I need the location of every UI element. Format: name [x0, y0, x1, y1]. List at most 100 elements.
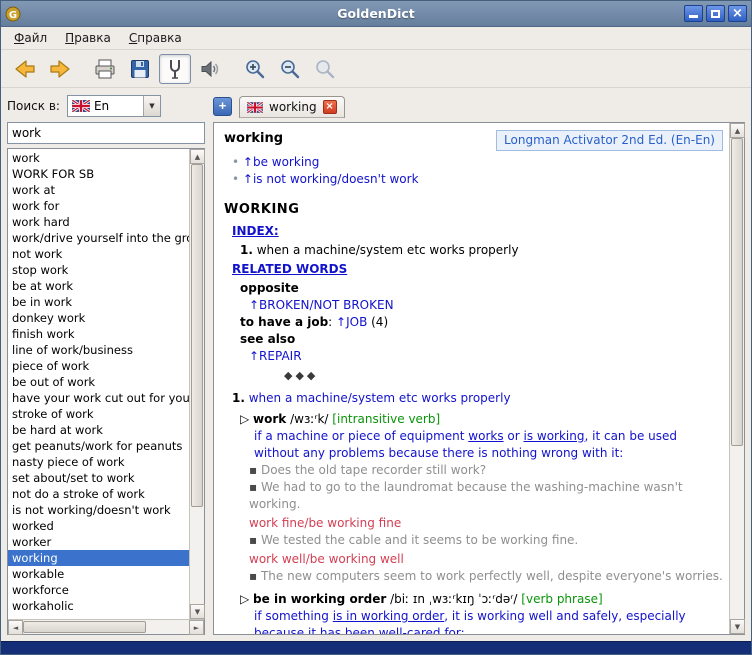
article-link[interactable]: ↑be working — [243, 155, 319, 169]
word-list: workWORK FOR SBwork atwork forwork hardw… — [8, 149, 189, 619]
list-item[interactable]: stroke of work — [8, 406, 189, 422]
add-tab-button[interactable]: + — [213, 97, 232, 116]
article-line: ↑BROKEN/NOT BROKEN — [224, 297, 723, 314]
volume-button[interactable] — [194, 54, 226, 84]
article-line: opposite — [224, 280, 723, 297]
article-link[interactable]: is in working order — [333, 609, 445, 623]
list-item[interactable]: donkey work — [8, 310, 189, 326]
scroll-left-button[interactable]: ◄ — [8, 620, 23, 635]
list-item[interactable]: is not working/doesn't work — [8, 502, 189, 518]
article-line: • ↑be working — [224, 154, 723, 171]
toolbar — [1, 50, 751, 88]
list-item[interactable]: workable — [8, 566, 189, 582]
article-link[interactable]: ↑BROKEN/NOT BROKEN — [249, 298, 394, 312]
list-item[interactable]: finish work — [8, 326, 189, 342]
list-item[interactable]: work for — [8, 198, 189, 214]
article-link[interactable]: RELATED WORDS — [232, 262, 347, 276]
zoom-original-button[interactable] — [309, 54, 341, 84]
tab-working[interactable]: working × — [239, 96, 345, 118]
list-item[interactable]: not work — [8, 246, 189, 262]
list-item[interactable]: piece of work — [8, 358, 189, 374]
close-button[interactable]: × — [728, 5, 747, 22]
scroll-track[interactable] — [190, 164, 204, 604]
article-text: work fine/be working fine — [249, 516, 401, 530]
list-item[interactable]: be hard at work — [8, 422, 189, 438]
article-link[interactable]: INDEX: — [232, 224, 279, 238]
list-item[interactable]: be at work — [8, 278, 189, 294]
list-item[interactable]: not do a stroke of work — [8, 486, 189, 502]
scrollbar-thumb[interactable] — [731, 138, 743, 446]
dictionary-group-combo[interactable]: En ▼ — [67, 95, 161, 117]
list-item[interactable]: working — [8, 550, 189, 566]
article-text: ▷ — [240, 592, 253, 606]
article-text: The new computers seem to work perfectly… — [261, 569, 723, 583]
combo-dropdown-button[interactable]: ▼ — [143, 96, 160, 116]
article-link[interactable]: is working — [523, 429, 584, 443]
menu-item-help[interactable]: Справка — [120, 28, 191, 48]
list-item[interactable]: stop work — [8, 262, 189, 278]
dictionary-label[interactable]: Longman Activator 2nd Ed. (En-En) — [496, 130, 723, 151]
scrollbar-thumb[interactable] — [191, 164, 203, 507]
list-item[interactable]: workaholic — [8, 598, 189, 614]
article-scrollbar[interactable]: ▲ ▼ — [729, 123, 744, 634]
article-link[interactable]: ↑is not working/doesn't work — [243, 172, 419, 186]
article-link[interactable]: ↑JOB — [336, 315, 367, 329]
list-item[interactable]: be out of work — [8, 374, 189, 390]
scroll-right-button[interactable]: ► — [189, 620, 204, 635]
list-vertical-scrollbar[interactable]: ▲ ▼ — [189, 149, 204, 619]
scroll-track[interactable] — [730, 138, 744, 619]
menu-item-edit[interactable]: Правка — [56, 28, 120, 48]
list-item[interactable]: get peanuts/work for peanuts — [8, 438, 189, 454]
minimize-button[interactable] — [684, 5, 703, 22]
uk-flag-icon — [247, 102, 263, 113]
print-button[interactable] — [89, 54, 121, 84]
word-input[interactable] — [7, 122, 205, 144]
menu-bar: ФайлПравкаСправка — [1, 27, 751, 50]
bottom-panel — [1, 641, 751, 654]
list-item[interactable]: work at — [8, 182, 189, 198]
zoom-out-button[interactable] — [274, 54, 306, 84]
forward-button[interactable] — [44, 54, 76, 84]
list-item[interactable]: work — [8, 150, 189, 166]
article-line: ▷ be in working order /biː ɪn ˌwɜːʳkɪŋ ˈ… — [224, 591, 723, 608]
article-link[interactable]: ↑REPAIR — [249, 349, 302, 363]
printer-icon — [93, 57, 117, 81]
list-item[interactable]: work hard — [8, 214, 189, 230]
list-item[interactable]: WORK FOR SB — [8, 166, 189, 182]
scroll-up-button[interactable]: ▲ — [730, 123, 745, 138]
article-line: 1. when a machine/system etc works prope… — [224, 242, 723, 259]
scroll-down-button[interactable]: ▼ — [730, 619, 745, 634]
tab-close-button[interactable]: × — [323, 100, 337, 114]
list-item[interactable]: nasty piece of work — [8, 454, 189, 470]
list-item[interactable]: set about/set to work — [8, 470, 189, 486]
maximize-icon — [711, 10, 720, 18]
maximize-button[interactable] — [706, 5, 725, 22]
list-item[interactable]: line of work/business — [8, 342, 189, 358]
article-text: ▪ — [249, 463, 261, 477]
tuning-fork-icon — [163, 57, 187, 81]
zoom-in-button[interactable] — [239, 54, 271, 84]
save-article-button[interactable] — [124, 54, 156, 84]
titlebar[interactable]: G GoldenDict × — [1, 1, 751, 27]
pronounce-word-button[interactable] — [159, 54, 191, 84]
article-text: : — [328, 315, 336, 329]
article-line: 1. when a machine/system etc works prope… — [224, 390, 723, 407]
article-line: ▷ work /wɜːʳk/ [intransitive verb] — [224, 411, 723, 428]
list-item[interactable]: work/drive yourself into the ground — [8, 230, 189, 246]
scrollbar-thumb[interactable] — [23, 621, 146, 633]
close-icon: × — [732, 7, 743, 21]
scroll-up-button[interactable]: ▲ — [190, 149, 205, 164]
article-link[interactable]: works — [468, 429, 503, 443]
back-button[interactable] — [9, 54, 41, 84]
scroll-down-button[interactable]: ▼ — [190, 604, 205, 619]
list-horizontal-scrollbar[interactable]: ◄ ► — [8, 619, 204, 634]
menu-item-file[interactable]: Файл — [5, 28, 56, 48]
scroll-track[interactable] — [23, 620, 189, 634]
list-item[interactable]: worked — [8, 518, 189, 534]
list-item[interactable]: workforce — [8, 582, 189, 598]
list-item[interactable]: worker — [8, 534, 189, 550]
article-text: 1. — [240, 243, 253, 257]
article-text: ◆◆◆ — [284, 369, 318, 382]
list-item[interactable]: have your work cut out for you — [8, 390, 189, 406]
list-item[interactable]: be in work — [8, 294, 189, 310]
